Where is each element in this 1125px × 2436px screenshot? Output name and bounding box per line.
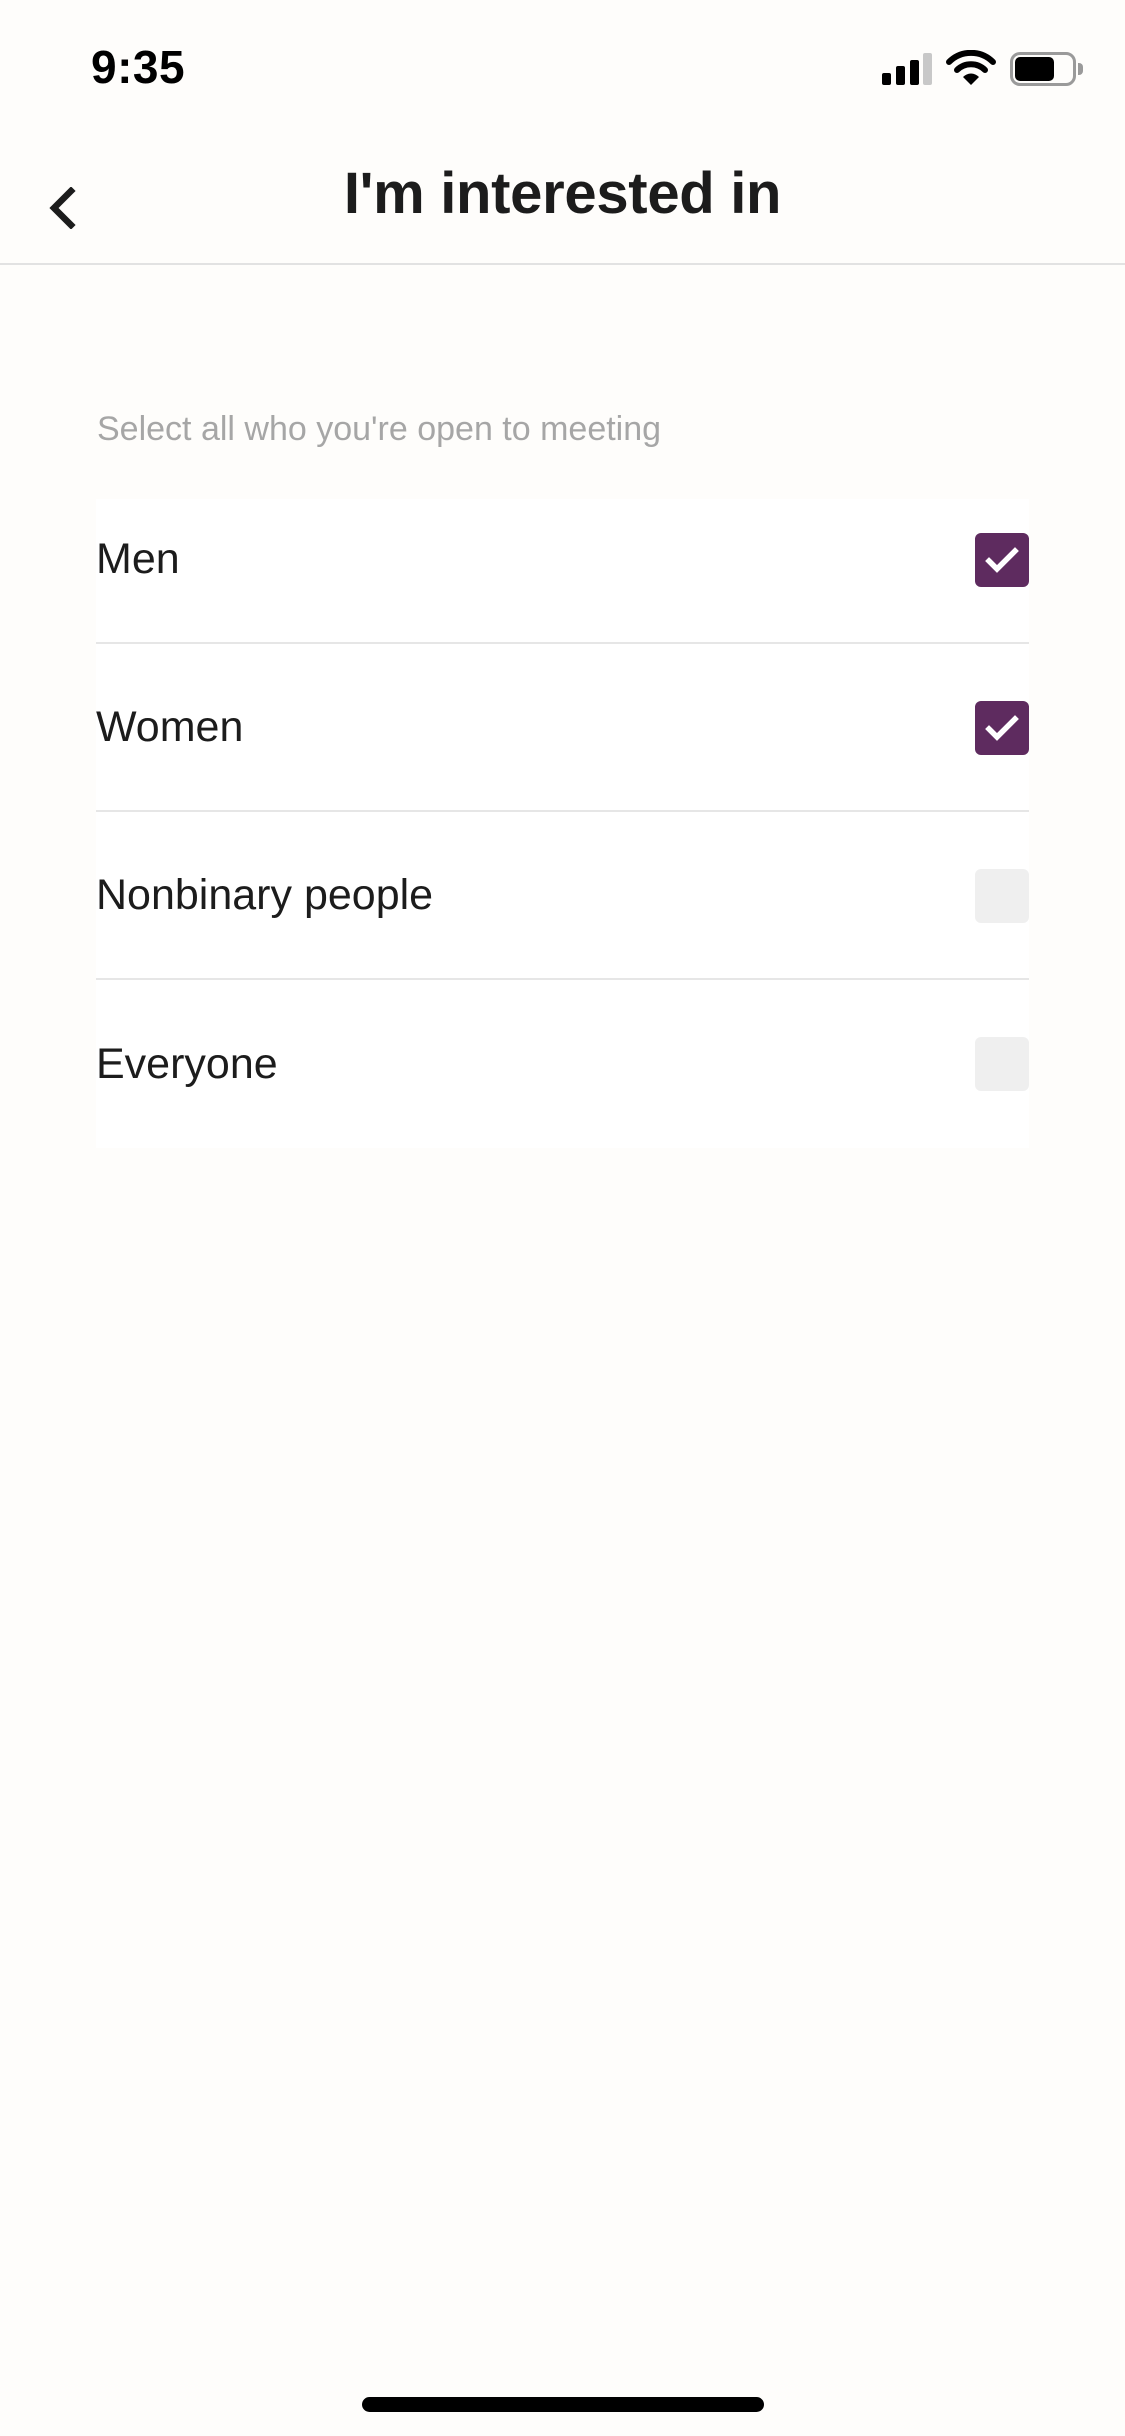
header-divider bbox=[0, 263, 1125, 265]
wifi-icon bbox=[946, 49, 996, 86]
battery-icon bbox=[1010, 52, 1084, 86]
signal-bar bbox=[910, 60, 919, 85]
signal-bar bbox=[896, 66, 905, 85]
battery-nub bbox=[1078, 63, 1083, 75]
cellular-signal-icon bbox=[882, 53, 932, 85]
checkbox[interactable] bbox=[975, 869, 1029, 923]
option-women[interactable]: Women bbox=[96, 644, 1029, 812]
option-nonbinary-people[interactable]: Nonbinary people bbox=[96, 812, 1029, 980]
navigation-bar: I'm interested in bbox=[0, 132, 1125, 264]
checkmark-icon bbox=[985, 715, 1019, 741]
status-bar: 9:35 bbox=[0, 0, 1125, 132]
option-label: Nonbinary people bbox=[96, 870, 434, 919]
option-everyone[interactable]: Everyone bbox=[96, 980, 1029, 1148]
instruction-text: Select all who you're open to meeting bbox=[97, 410, 662, 448]
option-label: Everyone bbox=[96, 1039, 278, 1088]
battery-fill bbox=[1015, 57, 1054, 81]
option-men[interactable]: Men bbox=[96, 499, 1029, 644]
options-list: Men Women Nonbinary people Everyone bbox=[96, 499, 1029, 1148]
checkbox[interactable] bbox=[975, 533, 1029, 587]
option-label: Men bbox=[96, 535, 180, 583]
checkbox[interactable] bbox=[975, 1037, 1029, 1091]
page-title: I'm interested in bbox=[343, 161, 782, 226]
option-label: Women bbox=[96, 702, 244, 751]
home-indicator bbox=[362, 2397, 764, 2412]
status-time: 9:35 bbox=[91, 41, 186, 93]
signal-bar bbox=[923, 53, 932, 85]
signal-bar bbox=[882, 73, 891, 85]
checkmark-icon bbox=[985, 547, 1019, 573]
checkbox[interactable] bbox=[975, 701, 1029, 755]
